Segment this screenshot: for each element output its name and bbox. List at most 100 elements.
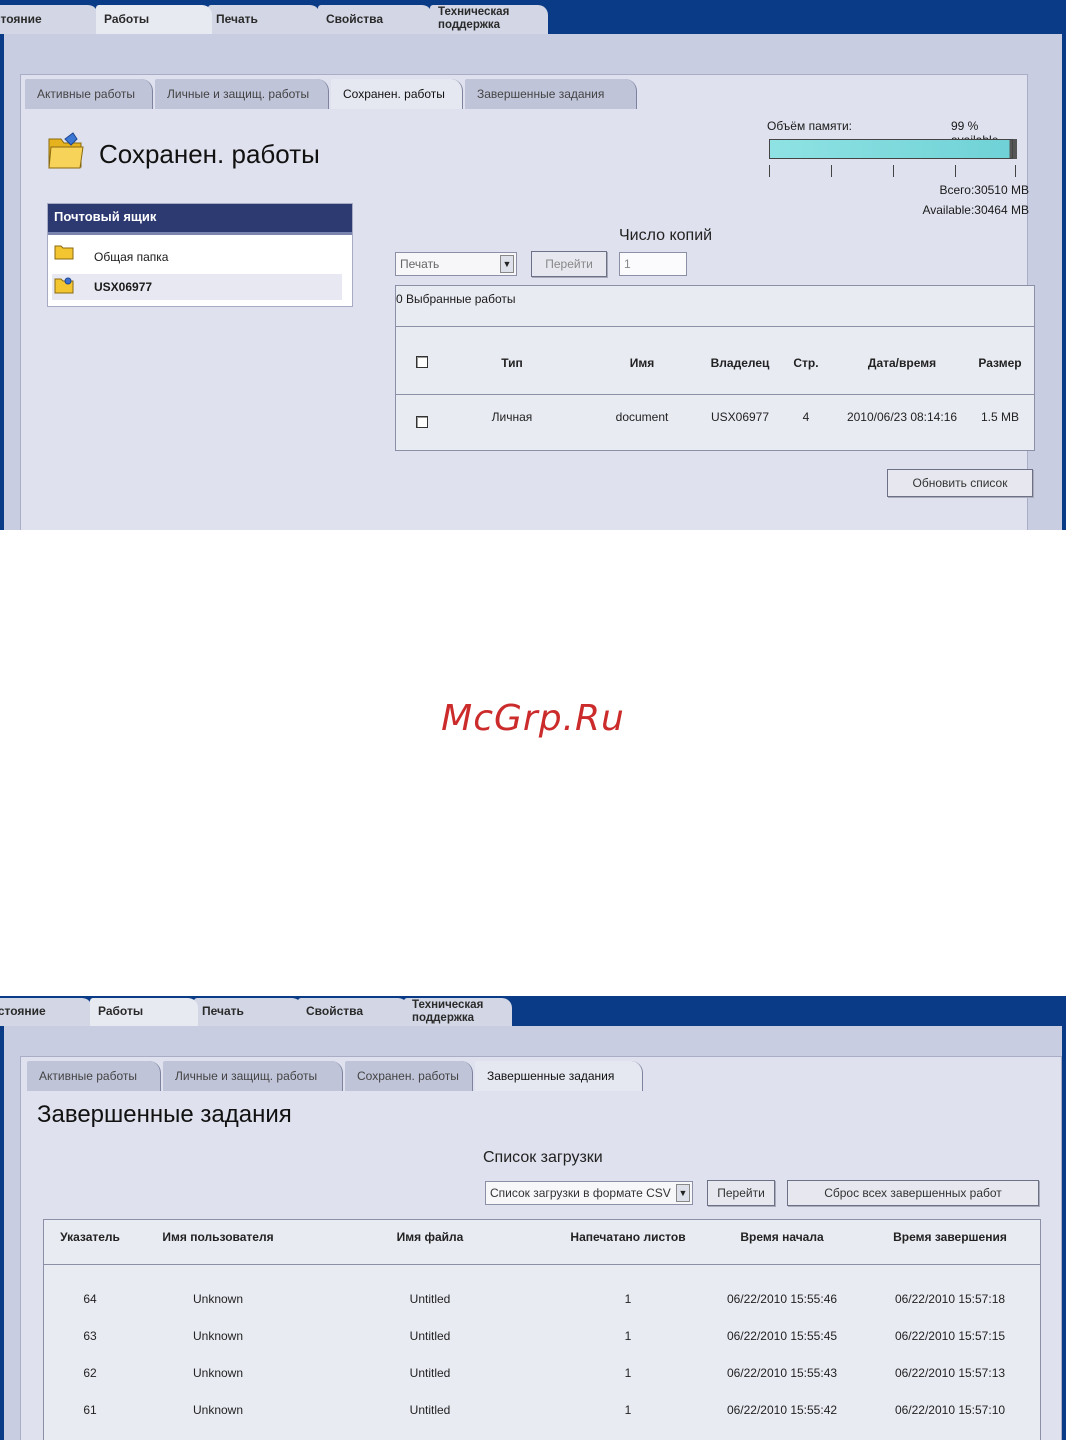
mailbox-header: Почтовый ящик — [48, 204, 352, 235]
main-panel: Активные работы Личные и защищ. работы С… — [20, 1056, 1062, 1440]
column-header[interactable]: Имя пользователя — [148, 1230, 288, 1244]
table-cell: 06/22/2010 15:55:42 — [726, 1403, 838, 1417]
table-cell: Личная — [491, 410, 533, 424]
sub-tab-completed-jobs[interactable]: Завершенные задания — [465, 79, 637, 109]
table-cell: Untitled — [409, 1329, 451, 1343]
table-cell: 1 — [624, 1329, 632, 1343]
table-cell: 2010/06/23 08:14:16 — [846, 410, 958, 424]
top-tab-status[interactable]: Состояние — [0, 5, 98, 34]
table-divider — [396, 394, 1034, 395]
table-cell: 61 — [83, 1403, 97, 1417]
top-nav-bar: Состояние Работы Печать Свойства Техниче… — [0, 996, 1066, 1026]
completed-jobs-screenshot: Состояние Работы Печать Свойства Техниче… — [0, 996, 1066, 1440]
table-cell: Untitled — [409, 1292, 451, 1306]
top-nav-bar: Состояние Работы Печать Свойства Техниче… — [0, 0, 1066, 34]
reset-completed-jobs-button[interactable]: Сброс всех завершенных работ — [787, 1180, 1039, 1206]
top-tab-support[interactable]: Техническая поддержка — [404, 998, 512, 1026]
table-cell: 06/22/2010 15:55:46 — [726, 1292, 838, 1306]
memory-available: Available:30464 MB — [922, 203, 1029, 217]
table-divider — [44, 1264, 1040, 1265]
copies-input[interactable]: 1 — [619, 252, 687, 276]
table-cell: 1 — [624, 1292, 632, 1306]
table-cell: 1 — [624, 1403, 632, 1417]
go-button[interactable]: Перейти — [707, 1180, 775, 1206]
column-header[interactable]: Время завершения — [880, 1230, 1020, 1244]
chevron-down-icon: ▼ — [500, 255, 514, 273]
table-cell: Untitled — [409, 1403, 451, 1417]
table-cell: 63 — [83, 1329, 97, 1343]
completed-jobs-table: Указатель Имя пользователя Имя файла Напеча… — [43, 1219, 1041, 1440]
saved-jobs-table: 0 Выбранные работы Тип Имя Владелец Стр. Дат… — [395, 285, 1035, 451]
column-header[interactable]: Размер — [970, 356, 1030, 370]
table-cell: document — [615, 410, 669, 424]
table-cell: Unknown — [192, 1329, 244, 1343]
table-cell: 1 — [624, 1366, 632, 1380]
saved-jobs-screenshot: Состояние Работы Печать Свойства Техниче… — [0, 0, 1066, 530]
memory-bar — [769, 139, 1013, 159]
user-folder-icon — [54, 277, 74, 294]
table-divider — [396, 326, 1034, 327]
table-cell: 06/22/2010 15:57:18 — [894, 1292, 1006, 1306]
content-area: Активные работы Личные и защищ. работы С… — [4, 34, 1062, 530]
sub-tab-saved-jobs[interactable]: Сохранен. работы — [331, 79, 463, 109]
top-tab-support[interactable]: Техническая поддержка — [430, 5, 548, 34]
table-cell: 64 — [83, 1292, 97, 1306]
sub-tab-personal-secure-jobs[interactable]: Личные и защищ. работы — [163, 1061, 343, 1091]
column-header[interactable]: Владелец — [695, 356, 785, 370]
top-tab-properties[interactable]: Свойства — [298, 998, 408, 1026]
memory-tick — [1015, 165, 1016, 177]
table-cell: 4 — [802, 410, 810, 424]
table-cell: 06/22/2010 15:57:15 — [894, 1329, 1006, 1343]
chevron-down-icon: ▼ — [676, 1184, 690, 1202]
action-select[interactable]: Печать ▼ — [395, 252, 517, 276]
memory-bar-end — [1013, 139, 1017, 159]
download-format-select[interactable]: Список загрузки в формате CSV ▼ — [485, 1181, 693, 1205]
top-tab-status[interactable]: Состояние — [0, 998, 92, 1026]
table-cell: USX06977 — [710, 410, 770, 424]
sub-tab-active-jobs[interactable]: Активные работы — [27, 1061, 161, 1091]
table-cell: 06/22/2010 15:55:43 — [726, 1366, 838, 1380]
memory-tick — [831, 165, 832, 177]
folder-icon — [54, 245, 74, 260]
memory-total: Всего:30510 MB — [939, 183, 1029, 197]
column-header[interactable]: Указатель — [50, 1230, 130, 1244]
memory-tick — [955, 165, 956, 177]
table-cell: Unknown — [192, 1292, 244, 1306]
mailbox-item-user[interactable]: USX06977 — [94, 280, 152, 294]
top-tab-jobs[interactable]: Работы — [96, 5, 212, 34]
column-header[interactable]: Стр. — [786, 356, 826, 370]
page-title: Завершенные задания — [37, 1101, 292, 1128]
watermark-text: McGrp.Ru — [441, 698, 625, 739]
download-list-label: Список загрузки — [483, 1149, 603, 1166]
table-cell: Unknown — [192, 1403, 244, 1417]
mailbox-item-shared-folder[interactable]: Общая папка — [94, 250, 168, 264]
sub-tab-personal-secure-jobs[interactable]: Личные и защищ. работы — [155, 79, 329, 109]
top-tab-print[interactable]: Печать — [208, 5, 320, 34]
column-header[interactable]: Напечатано листов — [558, 1230, 698, 1244]
column-header[interactable]: Имя — [587, 356, 697, 370]
table-cell: 06/22/2010 15:57:13 — [894, 1366, 1006, 1380]
sub-tab-saved-jobs[interactable]: Сохранен. работы — [345, 1061, 473, 1091]
sub-tab-active-jobs[interactable]: Активные работы — [25, 79, 153, 109]
table-cell: 62 — [83, 1366, 97, 1380]
table-cell: 06/22/2010 15:55:45 — [726, 1329, 838, 1343]
column-header[interactable]: Дата/время — [827, 356, 977, 370]
go-button[interactable]: Перейти — [531, 251, 607, 277]
top-tab-print[interactable]: Печать — [194, 998, 302, 1026]
table-cell: 1.5 MB — [980, 410, 1019, 424]
main-panel: Активные работы Личные и защищ. работы С… — [20, 74, 1035, 530]
column-header[interactable]: Имя файла — [380, 1230, 480, 1244]
sub-tab-completed-jobs[interactable]: Завершенные задания — [475, 1061, 643, 1091]
top-tab-jobs[interactable]: Работы — [90, 998, 198, 1026]
selected-jobs-count: 0 Выбранные работы — [396, 292, 516, 306]
row-checkbox[interactable] — [416, 416, 428, 428]
mailbox-panel: Почтовый ящик Общая папка USX06977 — [47, 203, 353, 307]
table-cell: Untitled — [409, 1366, 451, 1380]
select-all-checkbox[interactable] — [416, 356, 428, 368]
memory-tick — [893, 165, 894, 177]
refresh-list-button[interactable]: Обновить список — [887, 469, 1033, 497]
column-header[interactable]: Время начала — [717, 1230, 847, 1244]
top-tab-properties[interactable]: Свойства — [318, 5, 432, 34]
memory-tick — [769, 165, 770, 177]
column-header[interactable]: Тип — [467, 356, 557, 370]
